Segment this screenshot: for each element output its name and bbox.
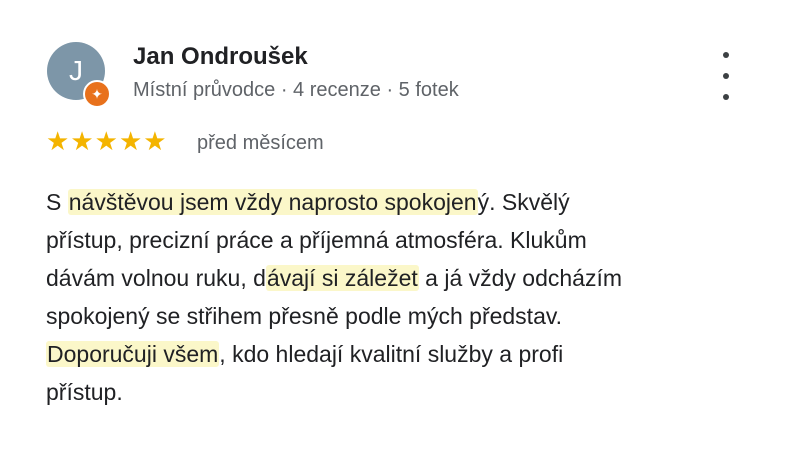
review-line: přístup, precizní práce a příjemná atmos… (46, 227, 587, 253)
star-rating: ★ ★ ★ ★ ★ (46, 126, 167, 156)
reviewer-meta: Místní průvodce · 4 recenze · 5 fotek (133, 79, 459, 101)
local-guide-icon: ✦ (83, 80, 111, 108)
review-text: S návštěvou jsem vždy naprosto spokojený… (46, 183, 766, 411)
star-icon: ★ (94, 126, 118, 156)
more-vert-icon[interactable] (712, 52, 740, 100)
star-icon: ★ (70, 126, 94, 156)
avatar[interactable]: J ✦ (47, 42, 111, 108)
review-line: spokojený se střihem přesně podle mých p… (46, 303, 563, 329)
highlight: návštěvou jsem vždy naprosto spokojen (67, 189, 478, 215)
star-icon: ★ (118, 126, 143, 156)
review-line: S návštěvou jsem vždy naprosto spokojený… (46, 189, 570, 215)
review-date: před měsícem (197, 132, 324, 154)
highlight: ávají si záležet (265, 265, 419, 291)
reviewer-name[interactable]: Jan Ondroušek (133, 43, 308, 71)
review-line: přístup. (46, 379, 123, 405)
highlight: Doporučuji všem (46, 341, 220, 367)
review-line: dávám volnou ruku, dávají si záležet a j… (46, 265, 623, 291)
star-icon: ★ (143, 126, 167, 156)
star-icon: ★ (46, 126, 70, 156)
review-line: Doporučuji všem, kdo hledají kvalitní sl… (46, 341, 564, 367)
